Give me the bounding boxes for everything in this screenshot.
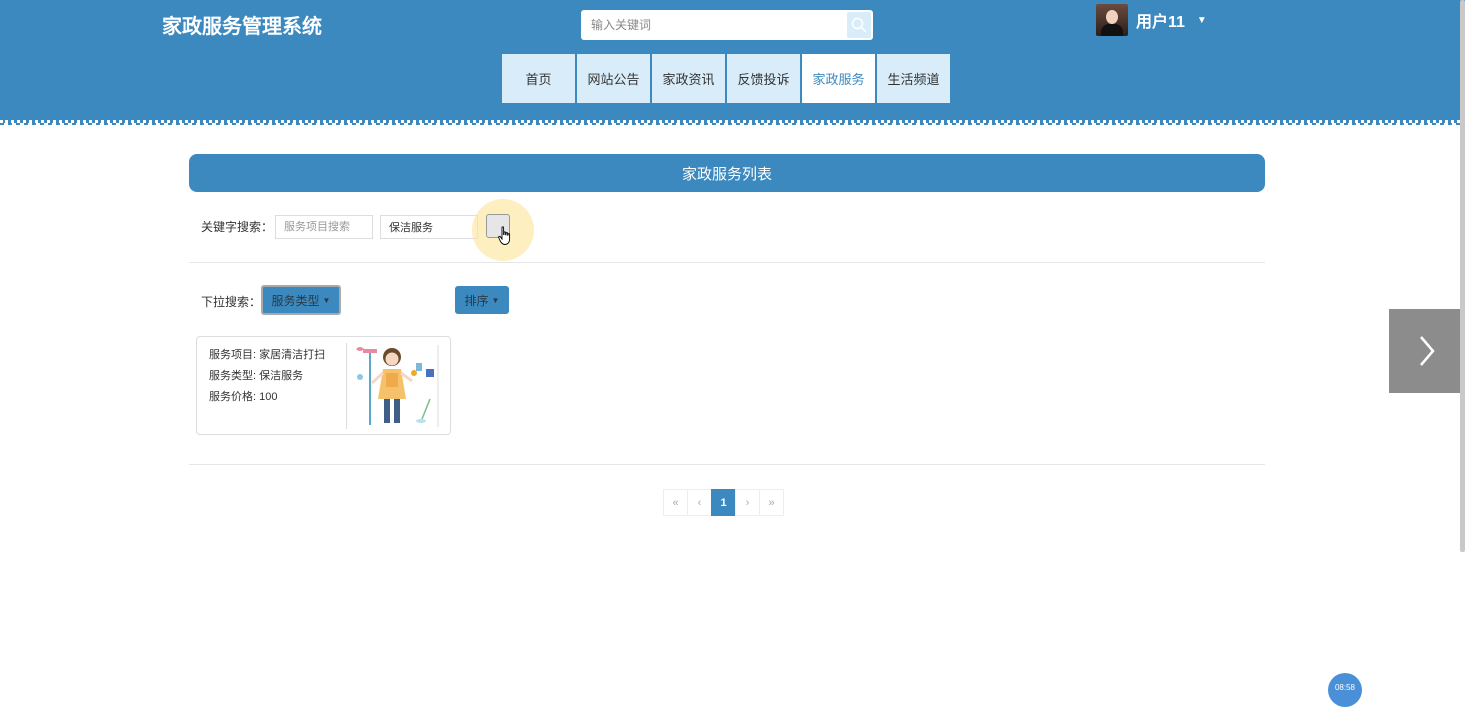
pagination-prev[interactable]: ‹: [687, 489, 712, 516]
sort-dropdown-label: 排序: [464, 293, 489, 308]
nav-item-feedback[interactable]: 反馈投诉: [727, 54, 800, 103]
hand-cursor-icon: [498, 226, 511, 245]
pagination-next[interactable]: ›: [735, 489, 760, 516]
keyword-search-label: 关键字搜索：: [201, 220, 274, 234]
search-icon: [851, 17, 867, 33]
service-item-text: 服务项目: 家居清洁打扫: [209, 349, 326, 361]
main-nav: 首页 网站公告 家政资讯 反馈投诉 家政服务 生活频道: [502, 54, 950, 103]
nav-item-announcements[interactable]: 网站公告: [577, 54, 650, 103]
card-divider: [346, 343, 347, 429]
chevron-down-icon: ▼: [1196, 14, 1207, 26]
nav-item-life[interactable]: 生活频道: [877, 54, 950, 103]
pagination: « ‹ 1 › »: [663, 489, 784, 516]
floating-clock-widget[interactable]: 08:58: [1328, 673, 1362, 707]
sort-dropdown[interactable]: 排序 ▼: [455, 286, 509, 314]
caret-down-icon: ▼: [491, 295, 500, 305]
chevron-right-icon: [1420, 336, 1435, 366]
page-title: 家政服务列表: [189, 154, 1265, 192]
cleaning-lady-image: [350, 343, 442, 429]
nav-item-home[interactable]: 首页: [502, 54, 575, 103]
service-type-search-input[interactable]: [380, 215, 478, 239]
caret-down-icon: ▼: [322, 295, 331, 305]
nav-item-services[interactable]: 家政服务: [802, 54, 875, 103]
service-price-text: 服务价格: 100: [209, 391, 278, 403]
divider: [189, 262, 1265, 263]
avatar: [1096, 4, 1128, 36]
site-title[interactable]: 家政服务管理系统: [162, 10, 322, 39]
header-search-input[interactable]: [581, 10, 845, 40]
pagination-page-1[interactable]: 1: [711, 489, 736, 516]
service-card-info: 服务项目: 家居清洁打扫 服务类型: 保洁服务 服务价格: 100: [209, 345, 325, 408]
next-slide-button[interactable]: [1389, 309, 1465, 393]
user-name: 用户11: [1136, 14, 1185, 31]
service-type-dropdown-label: 服务类型: [271, 293, 320, 308]
nav-item-news[interactable]: 家政资讯: [652, 54, 725, 103]
service-type-text: 服务类型: 保洁服务: [209, 370, 304, 382]
search-button[interactable]: [847, 12, 871, 38]
divider: [189, 464, 1265, 465]
service-type-dropdown[interactable]: 服务类型 ▼: [261, 285, 341, 315]
service-item-search-input[interactable]: [275, 215, 373, 239]
scrollbar[interactable]: [1460, 0, 1465, 552]
service-card[interactable]: 服务项目: 家居清洁打扫 服务类型: 保洁服务 服务价格: 100: [196, 336, 451, 435]
pagination-last[interactable]: »: [759, 489, 784, 516]
header-bar: 家政服务管理系统 用户11 ▼ 首页 网站公告 家政资讯 反馈投诉 家政服务 生…: [0, 0, 1465, 125]
dropdown-search-label: 下拉搜索：: [201, 295, 262, 309]
user-menu[interactable]: 用户11 ▼: [1096, 4, 1207, 36]
header-search: [581, 10, 873, 40]
pagination-first[interactable]: «: [663, 489, 688, 516]
